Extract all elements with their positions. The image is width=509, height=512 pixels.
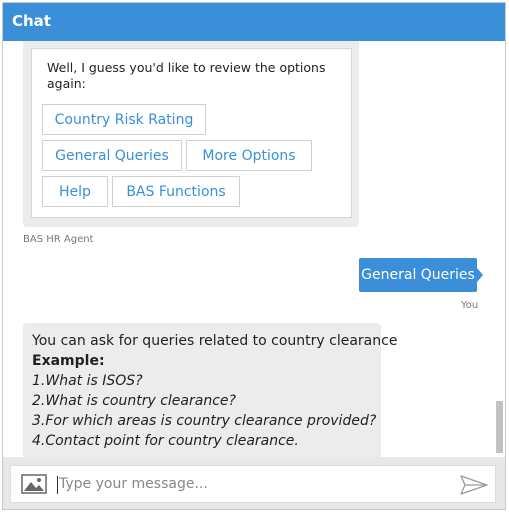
more-options-button[interactable]: More Options	[186, 140, 312, 171]
send-icon[interactable]	[459, 474, 489, 496]
reply-example-item: 3.For which areas is country clearance p…	[32, 413, 377, 429]
composer-bar	[3, 457, 505, 509]
help-button[interactable]: Help	[42, 176, 108, 207]
image-icon[interactable]	[21, 474, 47, 494]
agent-message-options: Well, I guess you'd like to review the o…	[23, 41, 359, 227]
message-list[interactable]: Well, I guess you'd like to review the o…	[3, 41, 505, 457]
reply-example-item: 2.What is country clearance?	[32, 393, 236, 409]
options-card-text: Well, I guess you'd like to review the o…	[47, 60, 326, 91]
chat-title: Chat	[12, 12, 51, 30]
scrollbar-thumb[interactable]	[496, 401, 503, 453]
general-queries-button[interactable]: General Queries	[42, 140, 182, 171]
reply-example-item: 1.What is ISOS?	[32, 373, 143, 389]
user-bubble-pointer	[477, 268, 483, 282]
message-input[interactable]	[59, 473, 439, 495]
chat-window: Chat Well, I guess you'd like to review …	[2, 2, 506, 510]
bas-functions-button[interactable]: BAS Functions	[112, 176, 240, 207]
user-message: General Queries	[359, 258, 477, 292]
country-risk-rating-button[interactable]: Country Risk Rating	[42, 104, 206, 135]
agent-message-reply: You can ask for queries related to count…	[23, 323, 397, 457]
agent-name-label: BAS HR Agent	[23, 234, 94, 245]
options-card: Well, I guess you'd like to review the o…	[31, 48, 352, 218]
reply-example-label: Example:	[32, 353, 105, 369]
text-caret	[57, 476, 58, 494]
reply-example-item: 4.Contact point for country clearance.	[32, 433, 299, 449]
chat-header: Chat	[3, 3, 505, 41]
composer-box	[10, 465, 496, 503]
reply-intro: You can ask for queries related to count…	[32, 333, 398, 349]
user-name-label: You	[461, 300, 479, 311]
